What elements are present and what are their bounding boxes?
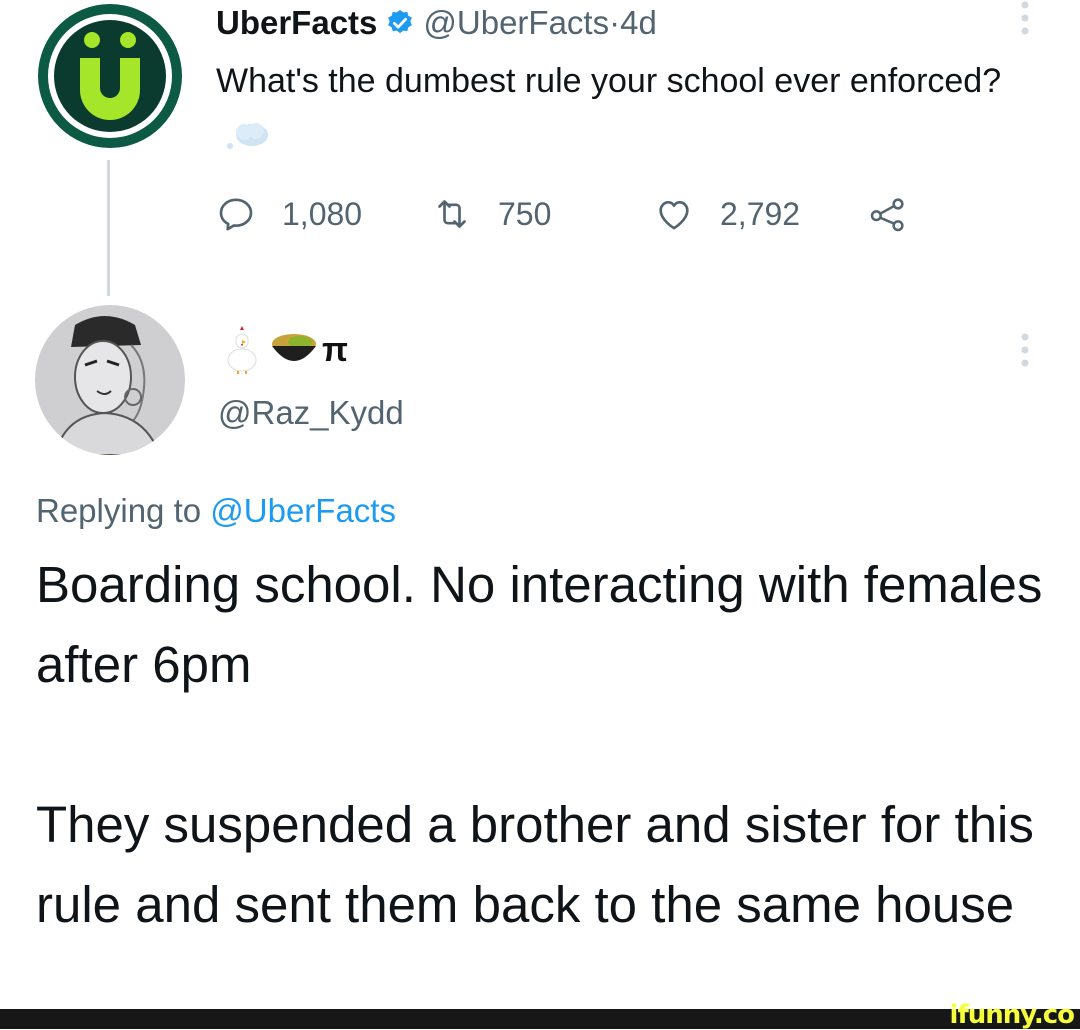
reply-count: 1,080 bbox=[282, 195, 363, 232]
time-separator: · bbox=[609, 4, 621, 41]
reply-text: Boarding school. No interacting with fem… bbox=[36, 545, 1046, 945]
author-name[interactable]: UberFacts bbox=[216, 4, 377, 42]
more-options-icon[interactable] bbox=[1019, 332, 1031, 374]
pi-symbol: π bbox=[322, 330, 349, 369]
replying-to: Replying to @UberFacts bbox=[36, 486, 396, 536]
ifunny-watermark: ifunny.co bbox=[949, 1000, 1075, 1030]
retweet-icon bbox=[438, 200, 466, 228]
like-count: 2,792 bbox=[720, 195, 801, 232]
reply-paragraph: Boarding school. No interacting with fem… bbox=[36, 556, 1043, 693]
share-button[interactable] bbox=[866, 188, 936, 240]
avatar[interactable] bbox=[36, 2, 184, 150]
share-icon bbox=[870, 198, 904, 232]
reply-paragraph: They suspended a brother and sister for … bbox=[36, 796, 1034, 933]
thread-connector-line bbox=[107, 160, 110, 296]
reply-icon bbox=[219, 198, 253, 231]
reply-button[interactable]: 1,080 bbox=[216, 188, 362, 240]
more-options-icon[interactable] bbox=[1019, 0, 1031, 42]
reply-display-name[interactable]: π bbox=[226, 322, 348, 378]
tweet-time[interactable]: 4d bbox=[620, 4, 657, 42]
tweet-header: UberFacts @UberFacts · 4d bbox=[216, 0, 657, 46]
like-button[interactable]: 2,792 bbox=[654, 188, 800, 240]
tweet-text-content: What's the dumbest rule your school ever… bbox=[216, 62, 1002, 100]
sketch-portrait-avatar-icon bbox=[35, 305, 185, 455]
heart-icon bbox=[659, 201, 689, 230]
chicken-emoji-icon bbox=[227, 326, 257, 374]
avatar[interactable] bbox=[35, 305, 185, 455]
curry-rice-emoji-icon bbox=[272, 334, 316, 361]
replying-to-mention[interactable]: @UberFacts bbox=[210, 492, 396, 529]
footer-bar bbox=[0, 1009, 1080, 1029]
verified-badge-icon bbox=[388, 9, 413, 34]
thought-bubble-emoji-icon bbox=[227, 123, 268, 149]
author-handle[interactable]: @UberFacts bbox=[423, 4, 609, 42]
retweet-count: 750 bbox=[498, 195, 552, 232]
replying-to-label: Replying to bbox=[36, 492, 211, 529]
uberfacts-logo-icon bbox=[38, 4, 182, 148]
reply-handle[interactable]: @Raz_Kydd bbox=[218, 388, 404, 438]
retweet-button[interactable]: 750 bbox=[432, 188, 551, 240]
tweet-text: What's the dumbest rule your school ever… bbox=[216, 54, 1016, 162]
